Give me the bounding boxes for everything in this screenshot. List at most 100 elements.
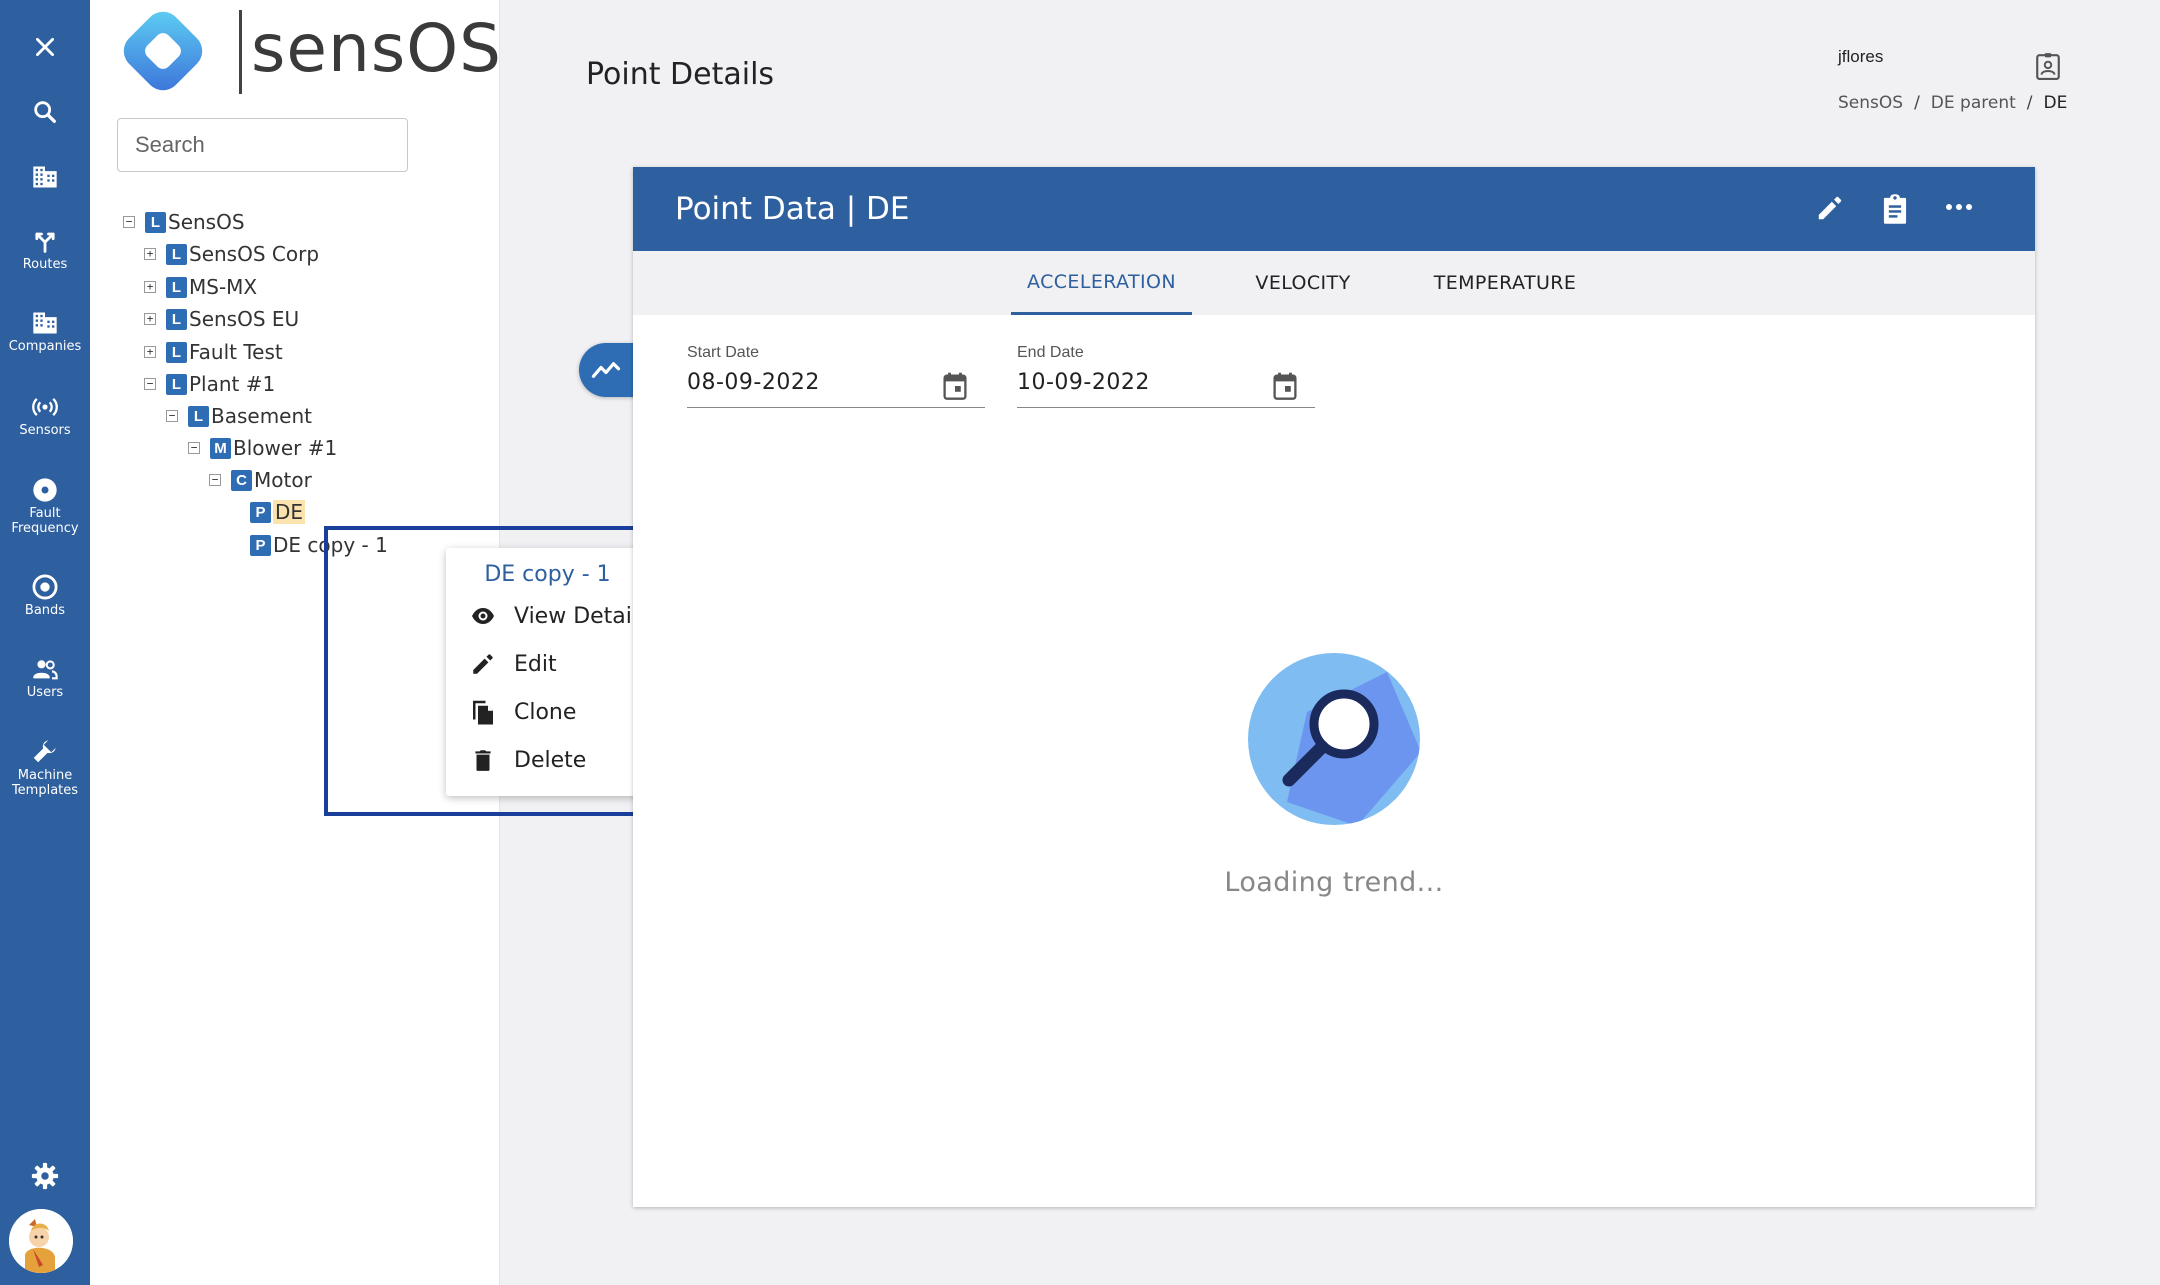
tree-node-label[interactable]: Plant #1 [189, 372, 275, 396]
trending-icon [591, 362, 621, 378]
end-date-field[interactable]: End Date 10-09-2022 [1017, 344, 1315, 408]
settings-button[interactable] [0, 1161, 90, 1191]
point-badge: P [250, 534, 271, 556]
rail-item-sensors[interactable]: Sensors [0, 393, 90, 438]
rail-buildings-button[interactable] [0, 163, 90, 191]
collapse-toggle[interactable]: − [188, 442, 200, 454]
tree-node[interactable]: + L Fault Test [144, 337, 283, 367]
breadcrumb-separator: / [2026, 93, 2033, 113]
companies-icon [33, 312, 57, 334]
tab-velocity[interactable]: VELOCITY [1223, 251, 1383, 315]
end-date-value[interactable]: 10-09-2022 [1017, 370, 1150, 395]
tree-node-selected[interactable]: P DE [250, 497, 306, 527]
rail-label: Companies [8, 339, 82, 354]
expand-toggle[interactable]: + [144, 313, 156, 325]
trend-toggle-button[interactable] [579, 343, 637, 397]
rail-label: Users [26, 685, 64, 700]
expand-toggle[interactable]: + [144, 281, 156, 293]
rail-item-companies[interactable]: Companies [0, 309, 90, 354]
machine-badge: M [210, 437, 231, 459]
loading-text: Loading trend... [1224, 867, 1444, 898]
tab-acceleration[interactable]: ACCELERATION [1011, 251, 1192, 315]
calendar-icon[interactable] [1271, 371, 1299, 401]
breadcrumb: SensOS / DE parent / DE [1838, 93, 2067, 113]
close-button[interactable] [0, 34, 90, 60]
rail-item-machine-templates[interactable]: Machine Templates [0, 736, 90, 798]
tree-node-label[interactable]: SensOS EU [189, 307, 299, 331]
rail-label: Bands [24, 603, 66, 618]
report-button[interactable] [1880, 193, 1910, 230]
component-badge: C [231, 469, 252, 491]
tree-node-label[interactable]: SensOS Corp [189, 242, 319, 266]
location-badge: L [188, 405, 209, 427]
tree-node-label[interactable]: Motor [254, 468, 312, 492]
tree-node[interactable]: − M Blower #1 [188, 433, 337, 463]
wrench-icon [33, 740, 56, 763]
routes-icon [35, 232, 55, 253]
card-header: Point Data | DE [633, 167, 2035, 251]
tree-node[interactable]: + L MS-MX [144, 272, 257, 302]
tree-node-label[interactable]: DE [273, 500, 306, 524]
tree-node[interactable]: − L SensOS [123, 207, 245, 237]
clipboard-icon [1883, 194, 1907, 224]
start-date-value[interactable]: 08-09-2022 [687, 370, 820, 395]
edit-button[interactable] [1815, 193, 1845, 228]
tree-node-label[interactable]: Basement [211, 404, 312, 428]
magnifier-loading-icon [1248, 653, 1420, 825]
sensos-logo-icon [123, 11, 203, 91]
avatar[interactable] [9, 1209, 73, 1273]
rail-label: Routes [22, 257, 68, 272]
menu-item-label: Edit [514, 651, 557, 677]
user-name[interactable]: jflores [1838, 47, 1883, 67]
context-menu-title: DE copy - 1 [484, 562, 611, 587]
delete-menu-item[interactable]: Delete [446, 738, 649, 782]
tree-node[interactable]: − C Motor [209, 465, 312, 495]
location-badge: L [166, 373, 187, 395]
rail-label: Machine Templates [11, 768, 79, 798]
location-badge: L [166, 308, 187, 330]
calendar-icon[interactable] [941, 371, 969, 401]
location-badge: L [166, 341, 187, 363]
search-input[interactable] [117, 118, 408, 172]
tree-node[interactable]: + L SensOS Corp [144, 239, 319, 269]
rail-item-bands[interactable]: Bands [0, 573, 90, 618]
clone-menu-item[interactable]: Clone [446, 690, 649, 734]
expand-toggle[interactable]: + [144, 346, 156, 358]
collapse-toggle[interactable]: − [166, 410, 178, 422]
edit-menu-item[interactable]: Edit [446, 642, 649, 686]
start-date-field[interactable]: Start Date 08-09-2022 [687, 344, 985, 408]
collapse-toggle[interactable]: − [123, 216, 135, 228]
tree-node-label[interactable]: MS-MX [189, 275, 257, 299]
collapse-toggle[interactable]: − [144, 378, 156, 390]
expand-toggle[interactable]: + [144, 248, 156, 260]
logo-divider [239, 10, 242, 94]
menu-item-label: View Detail [514, 603, 639, 629]
sensors-icon [32, 397, 58, 417]
card-title: Point Data | DE [675, 191, 910, 227]
profile-button[interactable] [2035, 52, 2061, 85]
bands-icon [32, 574, 58, 600]
rail-item-routes[interactable]: Routes [0, 227, 90, 272]
rail-search-button[interactable] [0, 98, 90, 126]
more-options-button[interactable] [1944, 197, 1974, 222]
tab-temperature[interactable]: TEMPERATURE [1415, 251, 1595, 315]
breadcrumb-item[interactable]: SensOS [1838, 93, 1903, 113]
tree-node-label[interactable]: SensOS [168, 210, 245, 234]
tree-node-label[interactable]: Blower #1 [233, 436, 337, 460]
search-icon [34, 101, 56, 123]
nav-rail: Routes Companies Sensors Fault Frequency… [0, 0, 90, 1285]
rail-item-users[interactable]: Users [0, 655, 90, 700]
close-icon [36, 38, 54, 56]
users-icon [33, 660, 58, 680]
breadcrumb-item[interactable]: DE parent [1931, 93, 2016, 113]
collapse-toggle[interactable]: − [209, 474, 221, 486]
tree-node[interactable]: + L SensOS EU [144, 304, 299, 334]
point-badge: P [250, 501, 271, 523]
pencil-icon [1818, 196, 1842, 220]
gear-icon [31, 1162, 59, 1190]
tree-node[interactable]: − L Basement [166, 401, 312, 431]
tree-node-label[interactable]: Fault Test [189, 340, 283, 364]
tree-node[interactable]: − L Plant #1 [144, 369, 275, 399]
view-detail-menu-item[interactable]: View Detail [446, 594, 649, 638]
rail-item-fault-frequency[interactable]: Fault Frequency [0, 476, 90, 536]
